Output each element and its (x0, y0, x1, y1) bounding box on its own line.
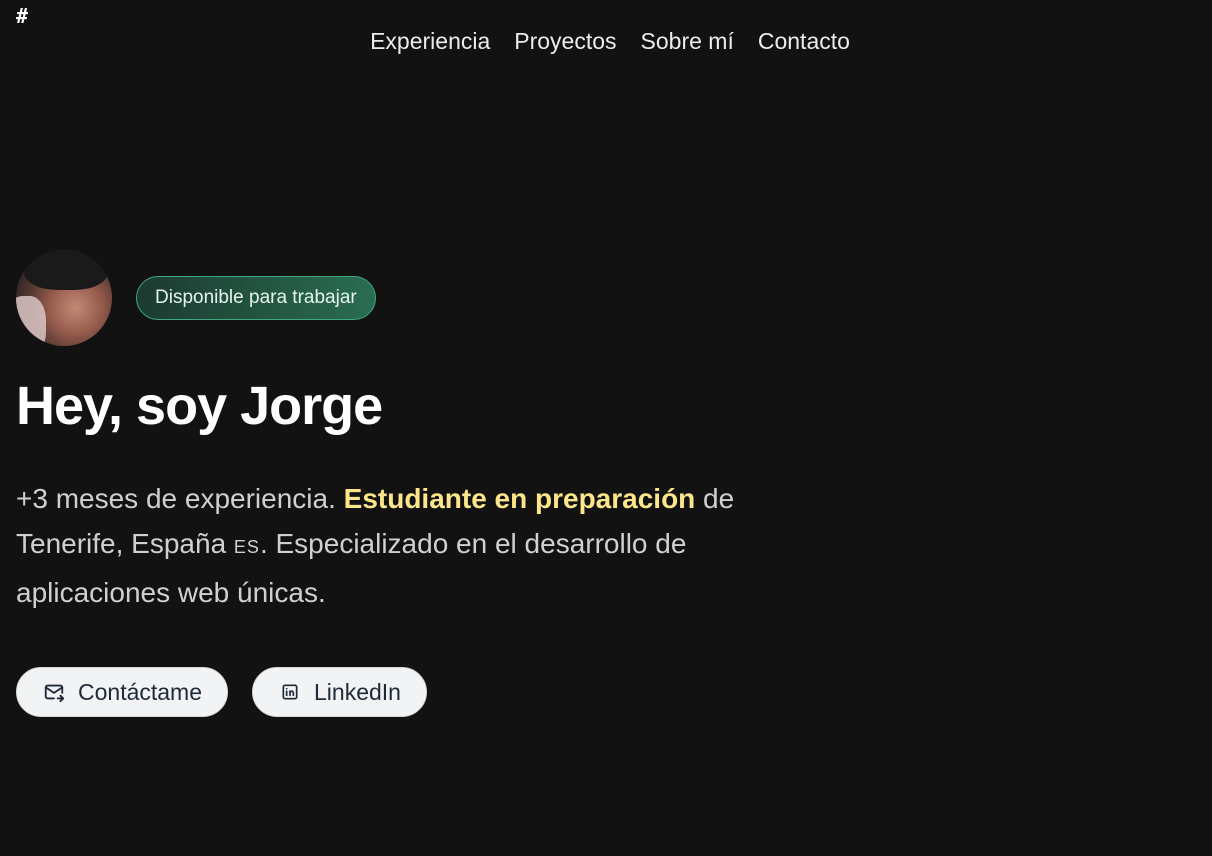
hero-section: Disponible para trabajar Hey, soy Jorge … (16, 250, 836, 717)
linkedin-icon (278, 680, 302, 704)
nav-contacto[interactable]: Contacto (758, 24, 850, 58)
avatar (16, 250, 112, 346)
hero-title: Hey, soy Jorge (16, 376, 383, 436)
contact-button[interactable]: Contáctame (16, 667, 229, 717)
avatar-shirt (16, 296, 46, 346)
desc-highlight: Estudiante en preparación (343, 483, 696, 514)
avatar-hair (24, 250, 108, 290)
desc-part-1: +3 meses de experiencia. (16, 483, 344, 514)
nav-sobre-mi[interactable]: Sobre mí (641, 24, 734, 58)
hero-description: +3 meses de experiencia. Estudiante en p… (16, 476, 816, 615)
nav-proyectos[interactable]: Proyectos (514, 24, 616, 58)
nav-experiencia[interactable]: Experiencia (370, 24, 490, 58)
profile-row: Disponible para trabajar (16, 250, 836, 346)
contact-button-label: Contáctame (78, 678, 203, 705)
linkedin-button-label: LinkedIn (314, 678, 401, 705)
hero-actions: Contáctame LinkedIn (16, 667, 836, 717)
mail-icon (42, 680, 66, 704)
linkedin-button[interactable]: LinkedIn (252, 667, 427, 717)
availability-badge: Disponible para trabajar (136, 276, 376, 320)
top-navigation: Experiencia Proyectos Sobre mí Contacto (0, 24, 1212, 58)
spain-flag-icon: ES (233, 537, 260, 557)
nav-links: Experiencia Proyectos Sobre mí Contacto (358, 24, 862, 58)
